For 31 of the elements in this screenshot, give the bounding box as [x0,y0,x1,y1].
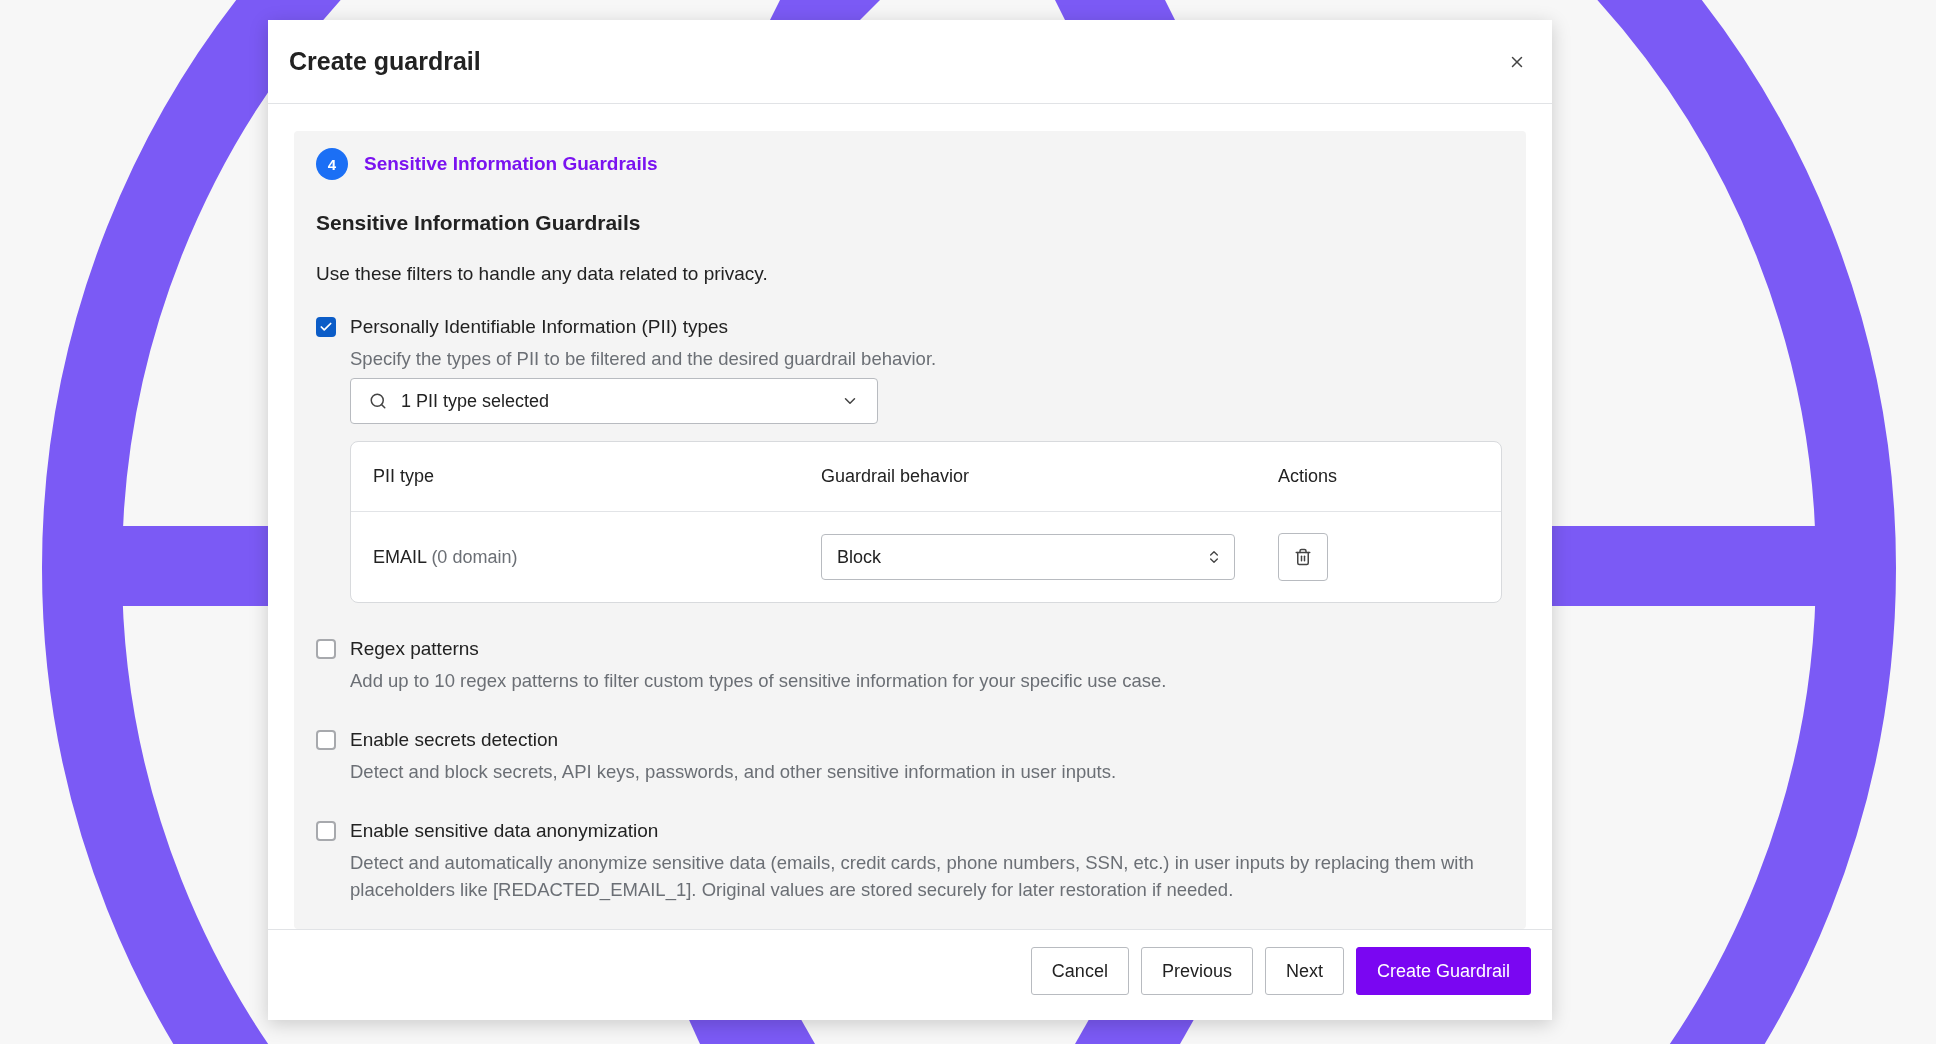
behavior-select[interactable]: Block [821,534,1235,580]
pii-type-dropdown[interactable]: 1 PII type selected [350,378,878,424]
filter-description: Detect and block secrets, API keys, passwords, and other sensitive information in user inputs. [350,760,1118,784]
step-title: Sensitive Information Guardrails [364,153,658,175]
filter-description: Specify the types of PII to be filtered and the desired guardrail behavior. [350,347,938,371]
checkbox[interactable] [316,317,336,337]
secondary-button[interactable]: Cancel [1030,947,1129,995]
trash-icon [1294,548,1312,566]
delete-button[interactable] [1278,533,1328,581]
secondary-button[interactable]: Next [1264,947,1344,995]
column-header: Guardrail behavior [821,466,971,487]
primary-button[interactable]: Create Guardrail [1355,947,1531,995]
filter-label: Regex patterns [350,637,480,661]
checkbox[interactable] [316,639,336,659]
filter-description: Detect and automatically anonymize sensitive data (emails, credit cards, phone numbers, SSN, etc.) in user inputs by replacing them with placeholders like [REDACTED_EMAIL_1]. Original values are stored securely for later restoration if needed. [350,851,1475,903]
checkbox[interactable] [316,730,336,750]
check-icon [319,320,333,334]
dialog-title: Create guardrail [289,47,481,76]
section-heading: Sensitive Information Guardrails [316,211,642,235]
filter-label: Enable secrets detection [350,728,560,752]
column-header: Actions [1278,466,1339,487]
section-intro: Use these filters to handle any data related to privacy. [316,263,769,285]
step-number: 4 [316,148,348,180]
checkbox[interactable] [316,821,336,841]
search-icon [369,392,387,410]
column-header: PII type [373,466,436,487]
filter-label: Personally Identifiable Information (PII) types [350,315,730,339]
secondary-button[interactable]: Previous [1140,947,1253,995]
table-cell-text: EMAIL (0 domain) [373,546,519,568]
filter-label: Enable sensitive data anonymization [350,819,660,843]
filter-description: Add up to 10 regex patterns to filter custom types of sensitive information for your specific use case. [350,669,1168,693]
